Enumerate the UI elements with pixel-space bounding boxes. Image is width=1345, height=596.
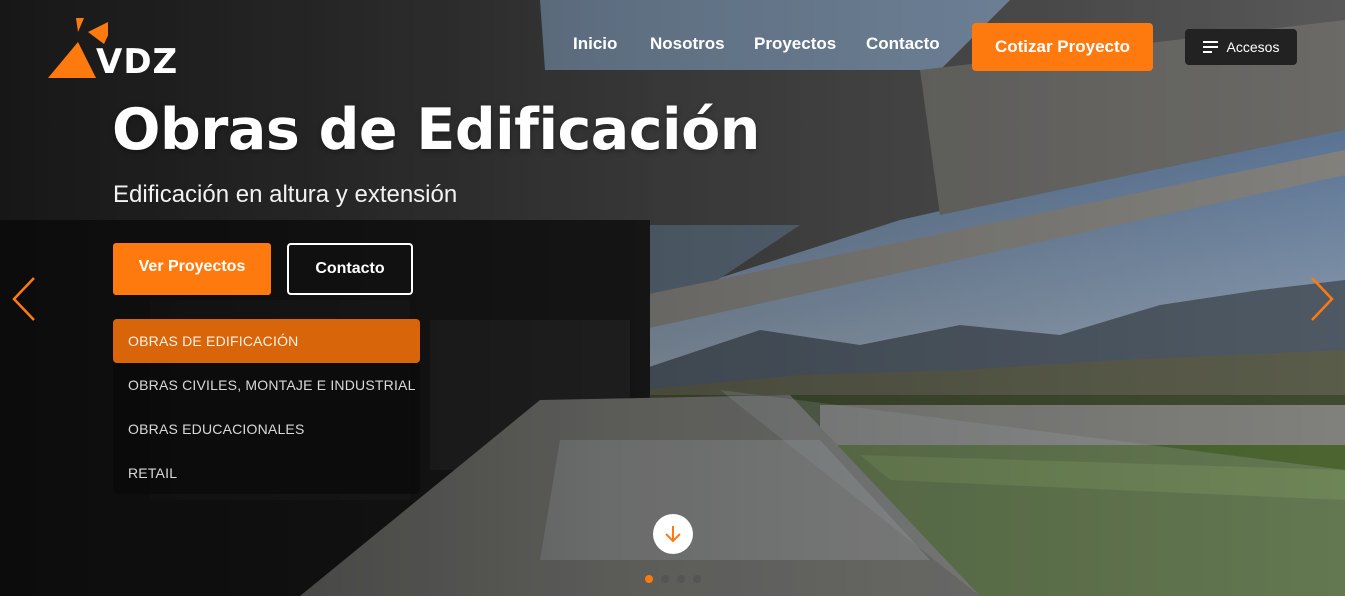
slide-dot-1[interactable] (645, 575, 653, 583)
hero-slider: VDZ Inicio Nosotros Proyectos Contacto C… (0, 0, 1345, 596)
slide-dot-4[interactable] (693, 575, 701, 583)
arrow-down-icon (665, 526, 681, 543)
cotizar-proyecto-button[interactable]: Cotizar Proyecto (972, 23, 1153, 71)
nav-contacto[interactable]: Contacto (866, 34, 940, 54)
nav-nosotros[interactable]: Nosotros (650, 34, 725, 54)
menu-icon (1202, 41, 1218, 53)
chevron-left-icon (12, 277, 35, 321)
hero-title: Obras de Edificación (112, 97, 760, 163)
slide-dot-3[interactable] (677, 575, 685, 583)
category-item-edificacion[interactable]: OBRAS DE EDIFICACIÓN (113, 319, 420, 363)
hero-subtitle: Edificación en altura y extensión (113, 181, 458, 208)
contacto-button[interactable]: Contacto (287, 243, 413, 295)
next-slide-button[interactable] (1306, 274, 1336, 324)
category-item-educacionales[interactable]: OBRAS EDUCACIONALES (113, 407, 420, 451)
category-menu: OBRAS DE EDIFICACIÓN OBRAS CIVILES, MONT… (113, 319, 420, 494)
nav-inicio[interactable]: Inicio (573, 34, 617, 54)
previous-slide-button[interactable] (10, 274, 40, 324)
brand-name[interactable]: VDZ (96, 42, 178, 82)
scroll-down-button[interactable] (653, 514, 693, 554)
category-item-obras-civiles[interactable]: OBRAS CIVILES, MONTAJE E INDUSTRIAL (113, 363, 420, 407)
hero-background-image (0, 0, 1345, 596)
slider-pagination (645, 575, 701, 583)
accesos-button[interactable]: Accesos (1185, 29, 1297, 65)
accesos-label: Accesos (1226, 39, 1280, 55)
slide-dot-2[interactable] (661, 575, 669, 583)
ver-proyectos-button[interactable]: Ver Proyectos (113, 243, 271, 295)
category-item-retail[interactable]: RETAIL (113, 451, 420, 495)
chevron-right-icon (1311, 277, 1334, 321)
nav-proyectos[interactable]: Proyectos (754, 34, 836, 54)
